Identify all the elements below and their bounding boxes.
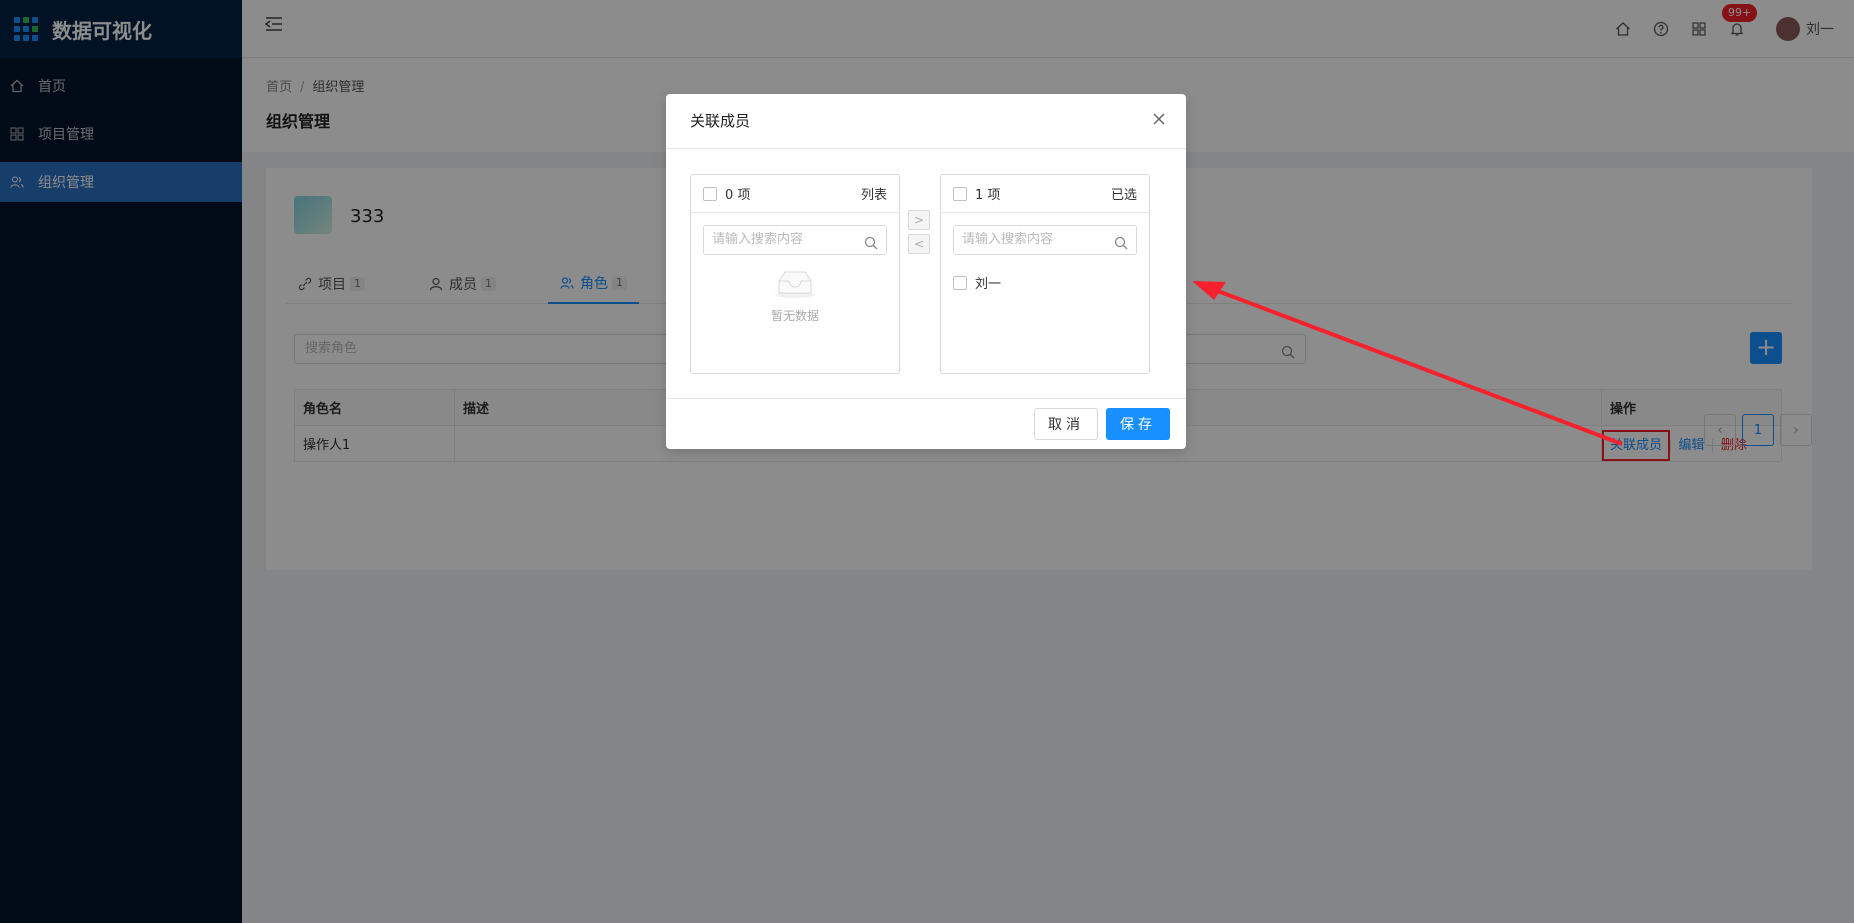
source-title: 列表 — [860, 188, 887, 203]
empty-inbox-icon — [773, 269, 817, 299]
target-count: 1 项 — [975, 188, 1001, 203]
source-list-header: 0 项 列表 — [691, 175, 899, 213]
dialog-header-divider — [666, 148, 1186, 149]
source-list: 0 项 列表 请输入搜索内容 暂无数据 — [690, 174, 900, 374]
empty-state: 暂无数据 — [691, 269, 899, 324]
cancel-button[interactable]: 取消 — [1034, 408, 1098, 440]
search-icon[interactable] — [864, 233, 878, 250]
search-icon[interactable] — [1114, 233, 1128, 250]
target-title: 已选 — [1110, 188, 1137, 203]
item-checkbox[interactable] — [953, 275, 967, 290]
target-search-placeholder: 请输入搜索内容 — [962, 232, 1054, 247]
dialog-footer-divider — [666, 398, 1186, 399]
save-button[interactable]: 保存 — [1106, 408, 1170, 440]
close-icon[interactable] — [1152, 112, 1166, 126]
target-search-input[interactable]: 请输入搜索内容 — [953, 225, 1137, 255]
move-right-button[interactable]: > — [908, 210, 930, 230]
source-count: 0 项 — [725, 188, 751, 203]
source-select-all-checkbox[interactable] — [703, 186, 717, 201]
target-select-all-checkbox[interactable] — [953, 186, 967, 201]
source-search-input[interactable]: 请输入搜索内容 — [703, 225, 887, 255]
empty-text: 暂无数据 — [770, 309, 819, 323]
target-list-header: 1 项 已选 — [941, 175, 1149, 213]
item-label: 刘一 — [975, 277, 1002, 292]
dialog-title: 关联成员 — [690, 112, 751, 130]
source-search-placeholder: 请输入搜索内容 — [712, 232, 804, 247]
move-left-button[interactable]: < — [908, 234, 930, 254]
link-members-dialog: 关联成员 0 项 列表 请输入搜索内容 暂无数据 > < 1 项 已选 请输入搜… — [666, 94, 1186, 449]
target-list: 1 项 已选 请输入搜索内容 刘一 — [940, 174, 1150, 374]
list-item[interactable]: 刘一 — [941, 273, 1149, 292]
